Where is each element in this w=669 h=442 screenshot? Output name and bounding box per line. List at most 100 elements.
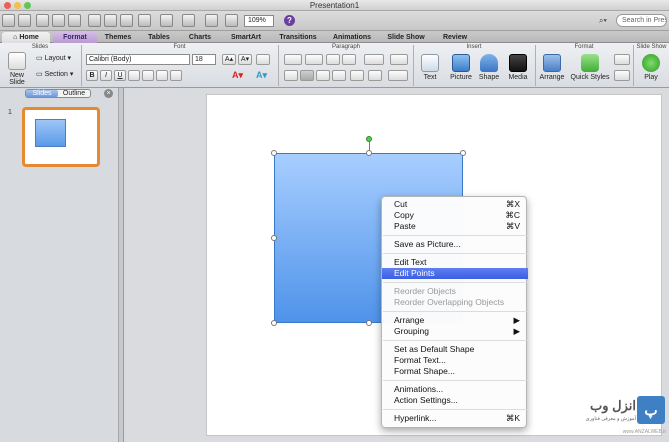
text-effects-icon[interactable]: A▾ (256, 70, 267, 81)
resize-handle[interactable] (271, 235, 277, 241)
media-button[interactable]: Media (505, 54, 531, 81)
resize-handle[interactable] (366, 320, 372, 326)
align-right-button[interactable] (316, 70, 330, 81)
tab-themes[interactable]: Themes (98, 32, 138, 43)
numbering-button[interactable] (305, 54, 323, 65)
paste-icon[interactable] (120, 14, 133, 27)
superscript-button[interactable] (142, 70, 154, 81)
resize-handle[interactable] (460, 150, 466, 156)
menu-item-grouping[interactable]: Grouping ▶ (382, 326, 528, 337)
slide-number: 1 (8, 109, 12, 116)
new-document-icon[interactable] (2, 14, 15, 27)
close-pane-icon[interactable]: × (104, 89, 113, 98)
increase-indent-button[interactable] (342, 54, 356, 65)
menu-item-save-as-picture[interactable]: Save as Picture... (382, 239, 528, 250)
menu-item-action-settings[interactable]: Action Settings... (382, 395, 528, 406)
tab-review[interactable]: Review (434, 32, 476, 43)
resize-handle[interactable] (271, 320, 277, 326)
font-size-select[interactable]: 18 (192, 54, 216, 65)
quick-styles-button[interactable]: Quick Styles (570, 54, 610, 81)
menu-item-reorder-objects: Reorder Objects (394, 286, 456, 296)
tab-home[interactable]: ⌂ Home (2, 32, 50, 43)
new-slide-icon (8, 52, 26, 70)
resize-handle[interactable] (271, 150, 277, 156)
bullets-button[interactable] (284, 54, 302, 65)
line-spacing-button[interactable] (364, 54, 384, 65)
menu-item-paste[interactable]: Paste ⌘V (382, 221, 528, 232)
templates-icon[interactable] (18, 14, 31, 27)
shape-line-button[interactable] (614, 70, 630, 81)
clear-format-button[interactable] (256, 54, 270, 65)
menu-item-arrange[interactable]: Arrange ▶ (382, 315, 528, 326)
tab-animations[interactable]: Animations (326, 32, 378, 43)
picture-button[interactable]: Picture (447, 54, 475, 81)
menu-item-edit-text[interactable]: Edit Text (382, 257, 528, 268)
rotation-handle[interactable] (366, 136, 372, 142)
cut-icon[interactable] (88, 14, 101, 27)
tab-smartart[interactable]: SmartArt (222, 32, 270, 43)
save-icon[interactable] (52, 14, 65, 27)
tab-tables[interactable]: Tables (140, 32, 178, 43)
italic-button[interactable]: I (100, 70, 112, 81)
tab-format[interactable]: Format (53, 32, 97, 43)
strikethrough-button[interactable] (128, 70, 140, 81)
watermark-url: www.ANZALWEB.ir (622, 429, 666, 435)
resize-handle[interactable] (366, 150, 372, 156)
menu-item-format-text[interactable]: Format Text... (382, 355, 528, 366)
slide-show-icon[interactable] (225, 14, 238, 27)
shape-button[interactable]: Shape (477, 54, 501, 81)
zoom-select[interactable]: 109% (244, 15, 274, 27)
align-text-button[interactable] (368, 70, 382, 81)
play-button[interactable]: Play (638, 54, 664, 81)
group-label-slide-show: Slide Show (636, 44, 667, 50)
menu-item-format-shape[interactable]: Format Shape... (382, 366, 528, 377)
insert-table-icon[interactable] (205, 14, 218, 27)
help-icon[interactable]: ? (284, 15, 295, 26)
search-scope-icon[interactable]: ⌕▾ (599, 16, 614, 26)
shape-fill-button[interactable] (614, 54, 630, 65)
change-case-button[interactable] (170, 70, 182, 81)
menu-item-set-default-shape[interactable]: Set as Default Shape (382, 344, 528, 355)
divider (633, 45, 634, 86)
text-box-button[interactable]: Text (417, 54, 443, 81)
copy-icon[interactable] (104, 14, 117, 27)
font-color-icon[interactable]: A▾ (232, 70, 243, 81)
tab-charts[interactable]: Charts (180, 32, 220, 43)
format-painter-icon[interactable] (138, 14, 151, 27)
grow-font-button[interactable]: A▴ (222, 54, 236, 65)
search-input[interactable]: Search in Presentation (616, 14, 667, 27)
undo-icon[interactable] (160, 14, 173, 27)
justify-button[interactable] (332, 70, 346, 81)
layout-button[interactable]: ▭ Layout ▾ (36, 54, 71, 62)
menu-item-edit-points[interactable]: Edit Points (382, 268, 528, 279)
new-slide-button[interactable]: New Slide (2, 52, 32, 86)
menu-item-hyperlink[interactable]: Hyperlink... ⌘K (382, 413, 528, 424)
shrink-font-button[interactable]: A▾ (238, 54, 252, 65)
columns-button[interactable] (390, 54, 408, 65)
tab-slide-show[interactable]: Slide Show (380, 32, 432, 43)
decrease-indent-button[interactable] (326, 54, 340, 65)
section-button[interactable]: ▭ Section ▾ (36, 70, 73, 78)
underline-button[interactable]: U (114, 70, 126, 81)
arrange-button[interactable]: Arrange (538, 54, 566, 81)
font-name-select[interactable]: Calibri (Body) (86, 54, 190, 65)
bold-button[interactable]: B (86, 70, 98, 81)
print-icon[interactable] (68, 14, 81, 27)
tab-slides[interactable]: Slides (26, 90, 58, 97)
divider (81, 45, 82, 86)
tab-outline[interactable]: Outline (58, 90, 90, 97)
menu-item-copy[interactable]: Copy ⌘C (382, 210, 528, 221)
subscript-button[interactable] (156, 70, 168, 81)
text-direction-button[interactable] (350, 70, 364, 81)
menu-item-cut[interactable]: Cut ⌘X (382, 199, 528, 210)
layout-icon: ▭ (36, 55, 45, 62)
open-icon[interactable] (36, 14, 49, 27)
align-left-button[interactable] (284, 70, 298, 81)
tab-transitions[interactable]: Transitions (272, 32, 324, 43)
menu-item-animations[interactable]: Animations... (382, 384, 528, 395)
redo-icon[interactable] (182, 14, 195, 27)
align-center-button[interactable] (300, 70, 314, 81)
group-label-slides: Slides (31, 44, 49, 50)
smartart-convert-button[interactable] (388, 70, 408, 81)
text-box-icon (421, 54, 439, 72)
